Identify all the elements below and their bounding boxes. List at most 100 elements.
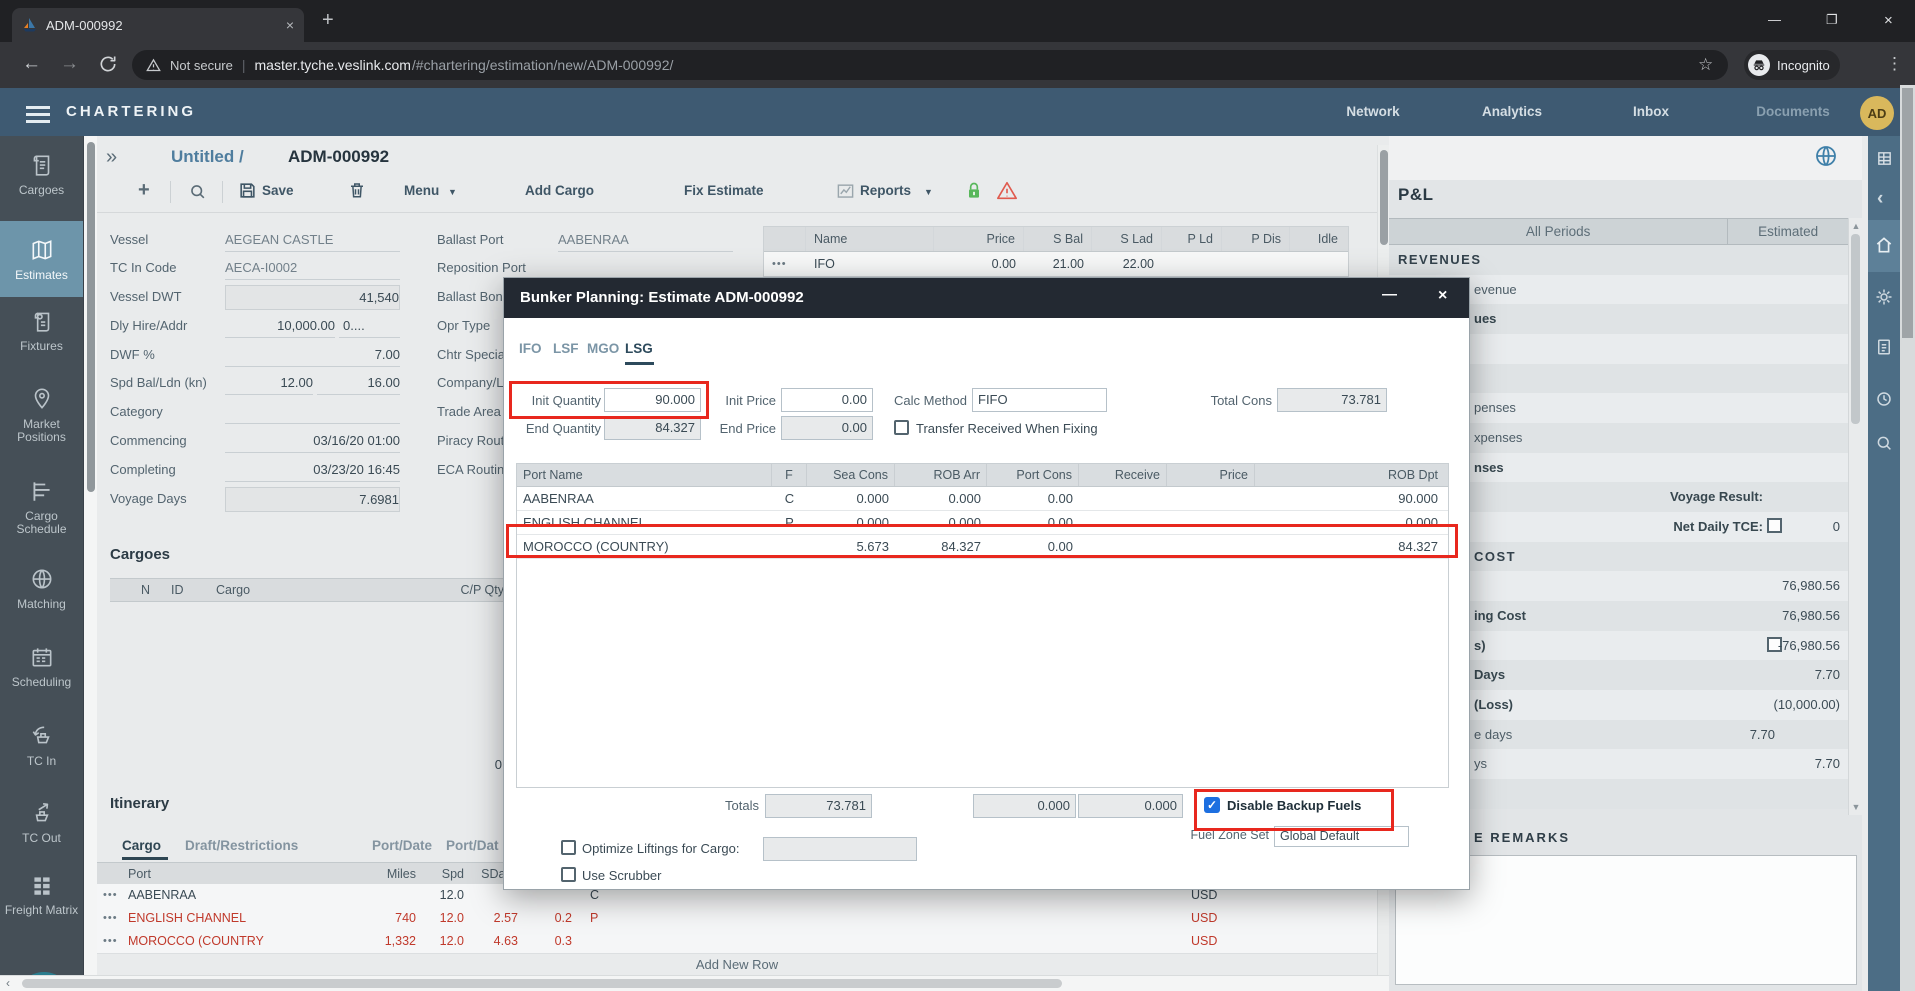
- col-s-bal[interactable]: S Bal: [1024, 227, 1092, 251]
- col-port-name[interactable]: Port Name: [517, 464, 772, 486]
- cell-port[interactable]: ENGLISH CHANNEL: [122, 907, 322, 929]
- bunker-row-aabenraa[interactable]: AABENRAA C 0.000 0.000 0.00 90.000: [517, 487, 1448, 511]
- optimize-liftings-checkbox[interactable]: [561, 840, 576, 855]
- col-spd[interactable]: Spd: [422, 863, 470, 885]
- cell-xsd[interactable]: 0.2: [524, 907, 578, 929]
- nav-documents[interactable]: Documents: [1733, 104, 1853, 119]
- cell-f[interactable]: C: [772, 487, 807, 510]
- addr-input[interactable]: 0....: [339, 314, 400, 338]
- sidebar-item-freight-matrix[interactable]: Freight Matrix: [0, 872, 83, 917]
- window-maximize-button[interactable]: ❐: [1826, 12, 1838, 28]
- itinerary-row[interactable]: ••• ENGLISH CHANNEL 740 12.0 2.57 0.2 P …: [97, 907, 1377, 931]
- globe-icon[interactable]: [1814, 144, 1838, 168]
- category-input[interactable]: [225, 400, 400, 424]
- col-name[interactable]: Name: [806, 227, 934, 251]
- cell-s-bal[interactable]: 21.00: [1024, 252, 1092, 276]
- dly-hire-input[interactable]: 10,000.00: [225, 314, 335, 338]
- use-scrubber-checkbox[interactable]: [561, 867, 576, 882]
- cell-sdays[interactable]: 4.63: [470, 930, 524, 952]
- cell-sea-cons[interactable]: 0.000: [807, 487, 895, 510]
- scroll-left-icon[interactable]: ‹: [6, 976, 10, 991]
- ballast-port-input[interactable]: AABENRAA: [558, 228, 733, 252]
- cell-price[interactable]: [1167, 487, 1255, 510]
- nav-network[interactable]: Network: [1313, 104, 1433, 119]
- cell-port-cons[interactable]: 0.00: [987, 487, 1079, 510]
- cell-currency[interactable]: USD: [1185, 907, 1223, 929]
- horizontal-scrollbar[interactable]: ‹: [0, 975, 1389, 991]
- cell-rob-arr[interactable]: 0.000: [895, 487, 987, 510]
- cell-rob-dpt[interactable]: 90.000: [1255, 487, 1444, 510]
- col-id[interactable]: ID: [165, 579, 210, 601]
- rail-item-home[interactable]: [1868, 220, 1900, 272]
- col-receive[interactable]: Receive: [1079, 464, 1167, 486]
- add-new-row-button[interactable]: Add New Row: [97, 957, 1377, 972]
- col-all-periods[interactable]: All Periods: [1389, 219, 1728, 244]
- cell-price[interactable]: 0.00: [934, 252, 1024, 276]
- cell-port[interactable]: AABENRAA: [122, 884, 322, 906]
- col-cargo[interactable]: Cargo: [210, 579, 430, 601]
- sidebar-item-estimates[interactable]: Estimates: [0, 221, 83, 297]
- col-rob-arr[interactable]: ROB Arr: [895, 464, 987, 486]
- validation-warning-icon[interactable]: [996, 180, 1018, 202]
- modal-minimize-icon[interactable]: —: [1382, 286, 1397, 303]
- search-rail-icon[interactable]: [1875, 434, 1893, 452]
- save-button[interactable]: Save: [262, 183, 294, 198]
- browser-menu-icon[interactable]: ⋮: [1886, 54, 1903, 74]
- user-avatar[interactable]: AD: [1860, 96, 1894, 130]
- modal-tab-lsg[interactable]: LSG: [625, 341, 653, 356]
- sidebar-scrollbar[interactable]: [83, 136, 97, 975]
- tce-checkbox[interactable]: [1767, 518, 1782, 533]
- cell-miles[interactable]: 1,332: [322, 930, 422, 952]
- tab-cargo[interactable]: Cargo: [122, 838, 161, 853]
- init-price-input[interactable]: 0.00: [781, 388, 873, 412]
- cell-miles[interactable]: [322, 884, 422, 906]
- sidebar-item-cargoes[interactable]: Cargoes: [0, 152, 83, 197]
- cell-spd[interactable]: 12.0: [422, 884, 470, 906]
- reports-button[interactable]: Reports: [860, 183, 911, 198]
- browser-tab[interactable]: ADM-000992 ×: [12, 8, 304, 42]
- sidebar-item-scheduling[interactable]: Scheduling: [0, 644, 83, 689]
- scroll-down-icon[interactable]: ▼: [1850, 802, 1862, 812]
- cell-spd[interactable]: 12.0: [422, 907, 470, 929]
- history-clock-icon[interactable]: [1875, 390, 1893, 408]
- back-icon[interactable]: ←: [22, 53, 41, 75]
- spd-laden-input[interactable]: 16.00: [317, 371, 400, 395]
- cell-f[interactable]: [578, 930, 608, 952]
- address-bar[interactable]: Not secure | master.tyche.veslink.com /#…: [132, 50, 1728, 80]
- checklist-icon[interactable]: [1875, 338, 1893, 356]
- cell-miles[interactable]: 740: [322, 907, 422, 929]
- tab-port-date[interactable]: Port/Date: [372, 838, 432, 853]
- vessel-input[interactable]: AEGEAN CASTLE: [225, 228, 400, 252]
- modal-tab-ifo[interactable]: IFO: [519, 341, 542, 356]
- modal-tab-mgo[interactable]: MGO: [587, 341, 619, 356]
- reload-icon[interactable]: [98, 54, 118, 74]
- settings-gear-icon[interactable]: [1875, 288, 1893, 306]
- transfer-received-checkbox[interactable]: [894, 420, 909, 435]
- cell-receive[interactable]: [1079, 487, 1167, 510]
- col-cp-qty[interactable]: C/P Qty: [430, 579, 510, 601]
- add-cargo-button[interactable]: Add Cargo: [525, 183, 594, 198]
- cell-sdays[interactable]: 2.57: [470, 907, 524, 929]
- cell-port[interactable]: AABENRAA: [517, 487, 772, 510]
- row-handle[interactable]: •••: [97, 930, 122, 952]
- sidebar-item-fixtures[interactable]: Fixtures: [0, 308, 83, 353]
- collapse-rail-chevron-icon[interactable]: ‹: [1877, 188, 1883, 210]
- modal-tab-lsf[interactable]: LSF: [553, 341, 579, 356]
- delete-trash-icon[interactable]: [348, 181, 366, 199]
- row-handle[interactable]: •••: [97, 884, 122, 906]
- col-port-cons[interactable]: Port Cons: [987, 464, 1079, 486]
- cell-currency[interactable]: USD: [1185, 930, 1223, 952]
- modal-close-icon[interactable]: ×: [1438, 287, 1447, 305]
- cell-xsd[interactable]: 0.3: [524, 930, 578, 952]
- window-scrollbar[interactable]: [1900, 85, 1915, 991]
- tab-close-icon[interactable]: ×: [286, 17, 294, 33]
- col-s-lad[interactable]: S Lad: [1092, 227, 1162, 251]
- col-n[interactable]: N: [135, 579, 165, 601]
- col-p-dis[interactable]: P Dis: [1222, 227, 1290, 251]
- cell-name[interactable]: IFO: [806, 252, 934, 276]
- calc-method-select[interactable]: FIFO: [972, 388, 1107, 412]
- hamburger-menu-icon[interactable]: [26, 102, 50, 127]
- grid-view-icon[interactable]: [1876, 150, 1893, 167]
- row-handle[interactable]: •••: [97, 907, 122, 929]
- cell-spd[interactable]: 12.0: [422, 930, 470, 952]
